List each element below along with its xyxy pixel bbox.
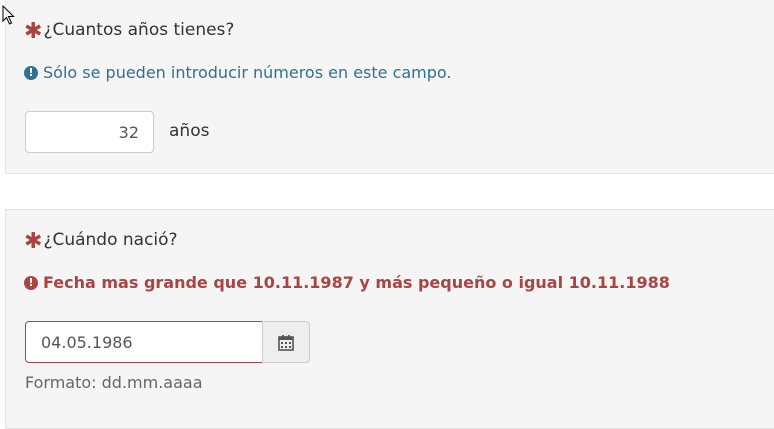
info-tip-text: Sólo se pueden introducir números en est… <box>43 63 452 82</box>
exclamation-circle-icon: ! <box>24 275 38 290</box>
question-title: ✱ ¿Cuantos años tienes? <box>24 19 235 44</box>
question-age: ✱ ¿Cuantos años tienes? ! Sólo se pueden… <box>5 0 774 174</box>
exclamation-circle-icon: ! <box>24 65 38 80</box>
question-title: ✱ ¿Cuándo nació? <box>24 229 178 254</box>
calendar-button[interactable] <box>262 321 310 363</box>
age-input[interactable] <box>25 111 154 153</box>
question-title-text: ¿Cuándo nació? <box>43 230 178 250</box>
age-suffix: años <box>169 121 210 141</box>
asterisk-icon: ✱ <box>24 19 43 44</box>
question-birth-date: ✱ ¿Cuándo nació? ! Fecha mas grande que … <box>5 209 774 429</box>
error-message-text: Fecha mas grande que 10.11.1987 y más pe… <box>43 273 670 292</box>
info-tip: ! Sólo se pueden introducir números en e… <box>24 63 452 82</box>
calendar-icon <box>278 334 294 351</box>
asterisk-icon: ✱ <box>24 229 43 254</box>
mouse-pointer-icon <box>2 5 15 25</box>
error-message: ! Fecha mas grande que 10.11.1987 y más … <box>24 273 670 292</box>
birth-date-input[interactable] <box>25 321 263 363</box>
format-hint: Formato: dd.mm.aaaa <box>25 373 203 392</box>
question-title-text: ¿Cuantos años tienes? <box>43 20 235 40</box>
